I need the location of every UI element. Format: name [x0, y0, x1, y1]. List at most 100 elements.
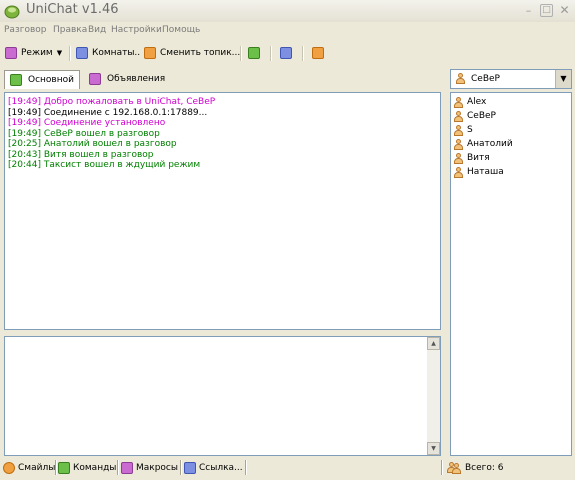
- smileys-button[interactable]: Смайлы: [3, 461, 55, 475]
- app-logo-icon: [4, 5, 20, 19]
- menu-item-edit[interactable]: Правка: [53, 25, 87, 35]
- close-icon[interactable]: ✕: [558, 4, 571, 17]
- input-scrollbar[interactable]: ▲ ▼: [427, 337, 440, 455]
- message-text: CeBeP вошел в разговор: [43, 128, 160, 139]
- tab-main-label: Основной: [28, 75, 74, 85]
- macros-button[interactable]: Макросы: [121, 461, 178, 475]
- chat-message: [19:49] Соединение установлено: [8, 118, 165, 128]
- window-title: UniChat v1.46: [26, 2, 119, 17]
- user-list[interactable]: Alex CeBeP S Анатолий Витя Наташа: [450, 92, 572, 456]
- user-count-label: Всего: 6: [465, 463, 504, 473]
- message-time: [20:44]: [8, 160, 41, 170]
- chevron-down-icon: ▼: [56, 49, 63, 57]
- rooms-button[interactable]: Комнаты..: [76, 44, 140, 62]
- scroll-down-icon[interactable]: ▼: [427, 442, 440, 455]
- tab-main[interactable]: Основной: [4, 70, 80, 89]
- user-count: Всего: 6: [446, 461, 504, 475]
- main-tab-icon: [10, 74, 22, 86]
- chat-message: [20:43] Витя вошел в разговор: [8, 150, 154, 160]
- change-topic-label: Сменить топик...: [160, 48, 241, 58]
- smiley-icon: [3, 462, 15, 474]
- message-time: [19:49]: [8, 118, 41, 128]
- user-icon: [453, 110, 464, 122]
- message-time: [19:49]: [8, 128, 41, 139]
- change-topic-button[interactable]: Сменить топик...: [144, 44, 240, 62]
- user-icon: [455, 73, 466, 84]
- chat-log[interactable]: [19:49] Добро пожаловать в UniChat, CeBe…: [4, 92, 441, 330]
- user-icon: [453, 96, 464, 108]
- title-bar[interactable]: UniChat v1.46 – □ ✕: [0, 0, 575, 22]
- smileys-label: Смайлы: [18, 463, 56, 473]
- tab-announcements[interactable]: Объявления: [84, 70, 170, 88]
- mode-icon: [5, 47, 17, 59]
- commands-label: Команды: [73, 463, 117, 473]
- menu-item-conversation[interactable]: Разговор: [4, 25, 47, 35]
- chat-message: [20:44] Таксист вошел в ждущий режим: [8, 160, 200, 170]
- minimize-icon[interactable]: –: [522, 4, 535, 17]
- chevron-down-icon[interactable]: ▼: [555, 70, 571, 88]
- user-selector-value: CeBeP: [471, 73, 500, 84]
- mode-button[interactable]: Режим ▼: [5, 44, 62, 62]
- user-list-item[interactable]: CeBeP: [453, 109, 496, 123]
- user-name: Анатолий: [467, 139, 513, 149]
- user-icon: [453, 152, 464, 164]
- orange-tool-button[interactable]: [312, 44, 324, 62]
- scroll-up-icon[interactable]: ▲: [427, 337, 440, 350]
- maximize-icon[interactable]: □: [540, 4, 553, 17]
- message-text: Добро пожаловать в UniChat, CeBeP: [43, 97, 216, 107]
- menu-item-view[interactable]: Вид: [88, 25, 106, 35]
- message-text: Витя вошел в разговор: [43, 149, 154, 160]
- macros-label: Макросы: [136, 463, 178, 473]
- user-list-item[interactable]: S: [453, 123, 473, 137]
- status-divider: [117, 460, 119, 475]
- user-list-item[interactable]: Alex: [453, 95, 486, 109]
- user-list-item[interactable]: Наташа: [453, 165, 504, 179]
- announcements-tab-icon: [89, 73, 101, 85]
- status-divider: [245, 460, 247, 475]
- links-button[interactable]: Ссылка...: [184, 461, 243, 475]
- mode-label: Режим: [21, 48, 53, 58]
- message-time: [19:49]: [8, 97, 41, 107]
- message-text: Анатолий вошел в разговор: [43, 139, 177, 149]
- user-list-item[interactable]: Анатолий: [453, 137, 513, 151]
- status-divider: [180, 460, 182, 475]
- message-time: [20:43]: [8, 149, 41, 160]
- menu-item-help[interactable]: Помощь: [162, 25, 200, 35]
- status-bar: Смайлы Команды Макросы Ссылка... Всего: …: [0, 458, 575, 480]
- message-time: [20:25]: [8, 139, 41, 149]
- chat-message: [19:49] Добро пожаловать в UniChat, CeBe…: [8, 97, 215, 107]
- user-icon: [453, 124, 464, 136]
- user-icon: [453, 166, 464, 178]
- link-icon: [184, 462, 196, 474]
- user-selector[interactable]: CeBeP ▼: [450, 69, 572, 89]
- green-tool-button[interactable]: [248, 44, 260, 62]
- commands-icon: [58, 462, 70, 474]
- blue-tool-button[interactable]: [280, 44, 292, 62]
- toolbar: Режим ▼ Комнаты.. Сменить топик...: [0, 42, 575, 66]
- menu-item-settings[interactable]: Настройки: [111, 25, 162, 35]
- topic-icon: [144, 47, 156, 59]
- toolbar-separator: [69, 46, 71, 61]
- message-text: Таксист вошел в ждущий режим: [43, 160, 201, 170]
- links-label: Ссылка...: [199, 463, 243, 473]
- message-time: [19:49]: [8, 107, 41, 118]
- message-input[interactable]: ▲ ▼: [4, 336, 441, 456]
- green-tool-icon: [248, 47, 260, 59]
- toolbar-separator: [240, 46, 242, 61]
- user-name: Alex: [467, 97, 487, 107]
- rooms-icon: [76, 47, 88, 59]
- blue-tool-icon: [280, 47, 292, 59]
- toolbar-separator: [302, 46, 304, 61]
- user-icon: [453, 138, 464, 150]
- macros-icon: [121, 462, 133, 474]
- tab-announcements-label: Объявления: [107, 74, 166, 84]
- rooms-label: Комнаты..: [92, 48, 141, 58]
- status-divider: [55, 460, 57, 475]
- message-text: Соединение установлено: [43, 118, 166, 128]
- users-icon: [446, 462, 462, 474]
- user-name: Витя: [467, 153, 490, 163]
- user-name: Наташа: [467, 167, 504, 177]
- user-list-item[interactable]: Витя: [453, 151, 490, 165]
- commands-button[interactable]: Команды: [58, 461, 116, 475]
- chat-message: [19:49] CeBeP вошел в разговор: [8, 129, 160, 139]
